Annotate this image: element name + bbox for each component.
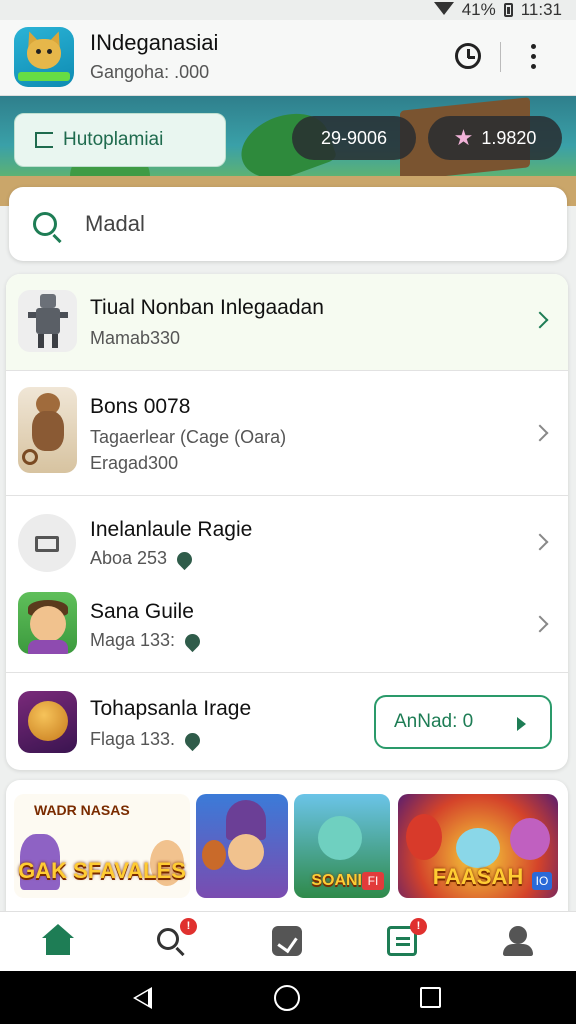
- app-header: INdeganasiai Gangoha: .000: [0, 20, 576, 96]
- list-item-title: Tohapsanla Irage: [90, 697, 252, 720]
- list-item-subtitle: Mamab330: [90, 328, 181, 348]
- app-title: INdeganasiai: [90, 30, 219, 55]
- stat-chip-1[interactable]: 29-9006: [292, 116, 416, 160]
- featured-tile[interactable]: [196, 794, 288, 898]
- featured-carousel: WADR NASAS GAK SFAVALES SOANIS FI FAASAH…: [6, 780, 568, 930]
- bracket-icon: [35, 132, 53, 148]
- more-vert-icon[interactable]: [513, 36, 553, 76]
- play-arrow-icon: [517, 717, 526, 731]
- search-icon[interactable]: !: [155, 918, 197, 960]
- back-icon[interactable]: [133, 987, 152, 1009]
- list-item-subtitle: Tagaerlear (Cage (Oara): [90, 427, 287, 447]
- notification-badge: !: [180, 918, 197, 935]
- notification-badge: !: [410, 918, 427, 935]
- robot-thumbnail: [18, 290, 77, 352]
- list-item-subtitle: Aboa 253: [90, 548, 196, 570]
- list-item-title: Bons 0078: [90, 395, 191, 418]
- home-circle-icon[interactable]: [274, 985, 300, 1011]
- document-icon[interactable]: !: [385, 918, 427, 960]
- location-pin-icon: [173, 548, 196, 570]
- battery-percent: 41%: [461, 0, 496, 19]
- list-item-meta: Eragad300: [90, 453, 179, 473]
- status-bar: 41% 11:31: [0, 0, 576, 20]
- list-item-title: Tiual Nonban Inlegaadan: [90, 296, 324, 319]
- featured-tile-caption: GAK SFAVALES: [18, 858, 186, 883]
- chevron-right-icon: [531, 311, 549, 329]
- list-item[interactable]: Tiual Nonban Inlegaadan Mamab330: [6, 274, 568, 370]
- search-field[interactable]: Madal: [9, 187, 567, 261]
- star-icon: ★: [453, 125, 474, 150]
- app-subtitle: Gangoha: .000: [90, 62, 210, 82]
- clock: 11:31: [520, 0, 562, 19]
- featured-tile[interactable]: SOANIS FI: [294, 794, 390, 898]
- camera-thumbnail: [18, 514, 76, 572]
- chevron-right-icon: [531, 533, 549, 551]
- character-thumbnail: [18, 387, 77, 473]
- wifi-icon: [433, 1, 454, 15]
- list-item-title: Sana Guile: [90, 600, 194, 623]
- featured-tile-top-text: WADR NASAS: [34, 802, 130, 818]
- stat-chip-2-label: 1.9820: [481, 127, 537, 148]
- stat-chip-2[interactable]: ★ 1.9820: [428, 116, 562, 160]
- search-icon: [33, 212, 57, 236]
- app-logo: [14, 27, 74, 87]
- alarm-clock-icon[interactable]: [448, 36, 488, 76]
- chevron-right-icon: [531, 615, 549, 633]
- search-input[interactable]: Madal: [85, 211, 145, 237]
- banner-primary-label: Hutoplamiai: [63, 129, 164, 150]
- item-list: Tiual Nonban Inlegaadan Mamab330 Bons 00…: [6, 274, 568, 770]
- banner-primary-button[interactable]: Hutoplamiai: [14, 113, 226, 167]
- location-pin-icon: [181, 630, 204, 652]
- featured-tile-tag: FI: [362, 872, 384, 890]
- edit-icon[interactable]: [270, 924, 306, 960]
- boy-thumbnail: [18, 592, 77, 654]
- camera-icon: [35, 536, 59, 552]
- header-divider: [500, 42, 501, 72]
- list-item-title: Inelanlaule Ragie: [90, 518, 253, 541]
- stat-chip-1-label: 29-9006: [320, 127, 388, 148]
- medal-thumbnail: [18, 691, 77, 753]
- bottom-navigation: ! !: [0, 911, 576, 971]
- action-button-label: AnNad: 0: [394, 711, 474, 732]
- list-item-subtitle: Flaga 133.: [90, 729, 204, 751]
- featured-tile-tag: IO: [532, 872, 552, 890]
- profile-icon[interactable]: [500, 924, 536, 960]
- battery-icon: [503, 3, 513, 17]
- list-item[interactable]: Bons 0078 Tagaerlear (Cage (Oara) Eragad…: [6, 371, 568, 495]
- featured-tile[interactable]: WADR NASAS GAK SFAVALES: [14, 794, 190, 898]
- chevron-right-icon: [531, 424, 549, 442]
- list-item-subtitle: Maga 133:: [90, 630, 204, 652]
- list-item[interactable]: Tohapsanla Irage Flaga 133. AnNad: 0: [6, 673, 568, 770]
- location-pin-icon: [181, 729, 204, 751]
- home-icon[interactable]: [40, 924, 76, 960]
- list-item[interactable]: Inelanlaule Ragie Aboa 253: [6, 496, 568, 580]
- system-navigation-bar: [0, 971, 576, 1024]
- list-item[interactable]: Sana Guile Maga 133:: [6, 580, 568, 672]
- recent-apps-icon[interactable]: [420, 987, 441, 1008]
- action-button[interactable]: AnNad: 0: [374, 695, 552, 749]
- featured-tile[interactable]: FAASAH IO: [398, 794, 558, 898]
